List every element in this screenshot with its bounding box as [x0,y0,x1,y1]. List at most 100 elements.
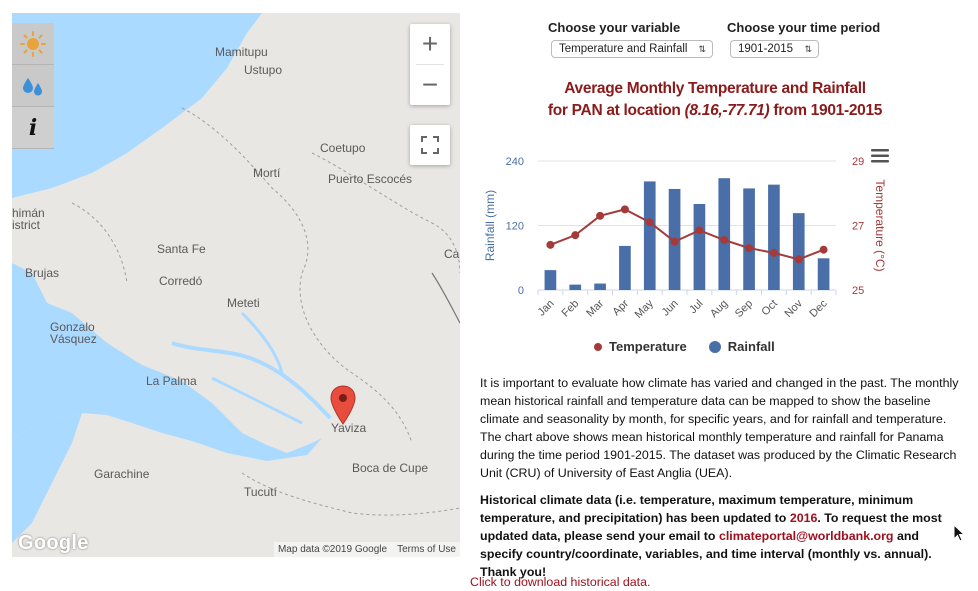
x-tick-label: Nov [783,297,806,320]
map-data-text: Map data ©2019 Google [277,544,388,555]
period-select[interactable]: 1901-2015 ⇅ [730,40,819,58]
map-label-district: istrict [12,218,40,232]
map-terrain [12,13,460,543]
map-label-garachine: Garachine [94,467,150,481]
x-tick-label: Oct [759,298,780,319]
temperature-point [769,248,778,257]
rainfall-bar [619,245,631,290]
raindrops-icon [23,77,42,95]
y-right-tick-label: 29 [852,156,864,168]
zoom-out-button[interactable]: − [410,65,450,105]
rainfall-bar [718,178,731,290]
legend-temperature[interactable]: Temperature [594,339,687,354]
terms-of-use-link[interactable]: Terms of Use [397,544,456,555]
rainfall-bar [743,188,755,290]
rainfall-bar [569,284,582,290]
rainfall-bar [792,213,805,290]
layer-toolbar: i [12,23,54,149]
x-tick-label: May [633,297,657,321]
map-label-ca: Ca [444,247,460,261]
temperature-point [596,211,605,220]
legend-rainfall[interactable]: Rainfall [708,339,775,354]
map-panel[interactable]: Mamitupu Ustupo Coetupo Mortí Puerto Esc… [12,13,460,557]
map-label-brujas: Brujas [25,266,60,280]
legend-rainfall-label: Rainfall [727,339,775,354]
chart-menu-icon[interactable] [871,148,889,164]
map-label-mamitupu: Mamitupu [215,45,268,59]
legend-temperature-marker [594,342,602,351]
temperature-point [695,226,704,235]
rainfall-bar [817,258,830,290]
period-label: Choose your time period [727,20,881,35]
map-label-vasquez: Vásquez [50,332,97,346]
variable-select[interactable]: Temperature and Rainfall ⇅ [551,40,713,58]
rainfall-bar [693,204,706,290]
email-link[interactable]: climateportal@worldbank.org [719,529,894,543]
x-tick-label: Dec [807,297,830,320]
chart-title-coords: (8.16,-77.71) [684,102,770,119]
google-logo: Google [18,532,89,554]
select-updown-icon: ⇅ [804,43,812,54]
temperature-point [620,205,629,214]
x-tick-label: Apr [610,297,631,318]
y-left-tick-label: 120 [506,221,524,233]
map-label-puerto-escoces: Puerto Escocés [328,172,413,186]
select-updown-icon: ⇅ [698,43,706,54]
y-right-tick-label: 27 [852,221,864,233]
map-label-tucuti: Tucutí [244,485,277,499]
temperature-point [819,245,828,254]
temperature-point [794,255,803,264]
x-tick-label: Aug [708,298,730,320]
period-control: Choose your time period 1901-2015 ⇅ [727,20,880,58]
y-left-tick-label: 240 [506,156,524,168]
map-label-corredo: Corredó [159,274,203,288]
sun-icon [20,30,46,57]
chart-title-prefix: for PAN at location [547,102,685,119]
x-tick-label: Jun [660,298,681,319]
rainfall-layer-button[interactable] [12,65,54,107]
map-label-coetupo: Coetupo [320,141,366,155]
x-tick-label: Feb [559,298,581,320]
rainfall-bar [643,181,656,290]
info-icon: i [28,114,38,141]
variable-label: Choose your variable [548,20,681,35]
fullscreen-button[interactable] [410,125,450,165]
rainfall-bar [768,184,780,290]
description-paragraph: It is important to evaluate how climate … [480,376,959,480]
y-left-axis-title: Rainfall (mm) [483,190,497,261]
y-left-tick-label: 0 [518,285,524,297]
map-label-boca-de-cupe: Boca de Cupe [352,461,429,475]
map-label-meteti: Meteti [227,296,260,310]
chart-title-line1: Average Monthly Temperature and Rainfall [564,80,866,97]
y-right-tick-label: 25 [852,285,864,297]
temperature-line [550,208,824,261]
map-label-la-palma: La Palma [146,374,197,388]
map-attribution: Map data ©2019 Google Terms of Use [273,542,460,557]
zoom-in-button[interactable]: + [410,24,450,64]
location-pin-icon[interactable] [330,385,356,425]
map-label-santa-fe: Santa Fe [157,242,206,256]
temperature-point [670,237,679,246]
x-tick-label: Mar [584,297,606,319]
temperature-point [745,244,754,253]
period-select-value: 1901-2015 [738,43,793,55]
fullscreen-icon [421,136,439,154]
legend-temperature-label: Temperature [609,339,687,354]
x-tick-label: Sep [733,298,755,320]
download-link[interactable]: Click to download historical data. [470,575,650,589]
zoom-control: + − [410,24,450,105]
info-button[interactable]: i [12,107,54,149]
temperature-point [571,231,580,240]
y-right-axis-title: Temperature (°C) [873,179,887,271]
temperature-layer-button[interactable] [12,23,54,65]
rainfall-bar [544,270,557,290]
update-notice: Historical climate data (i.e. temperatur… [480,491,962,581]
temperature-point [645,218,654,227]
chart-title-suffix: from 1901-2015 [769,102,883,119]
update-year: 2016 [789,511,818,525]
map-label-morti: Mortí [253,166,281,180]
variable-select-value: Temperature and Rainfall [559,43,688,55]
climate-chart: 0 120 240 25 27 29 Jan Feb Mar Apr May Jun Jul Aug Sep… [483,156,887,321]
chart-legend: Temperature Rainfall [594,339,775,354]
x-tick-label: Jul [687,298,705,316]
